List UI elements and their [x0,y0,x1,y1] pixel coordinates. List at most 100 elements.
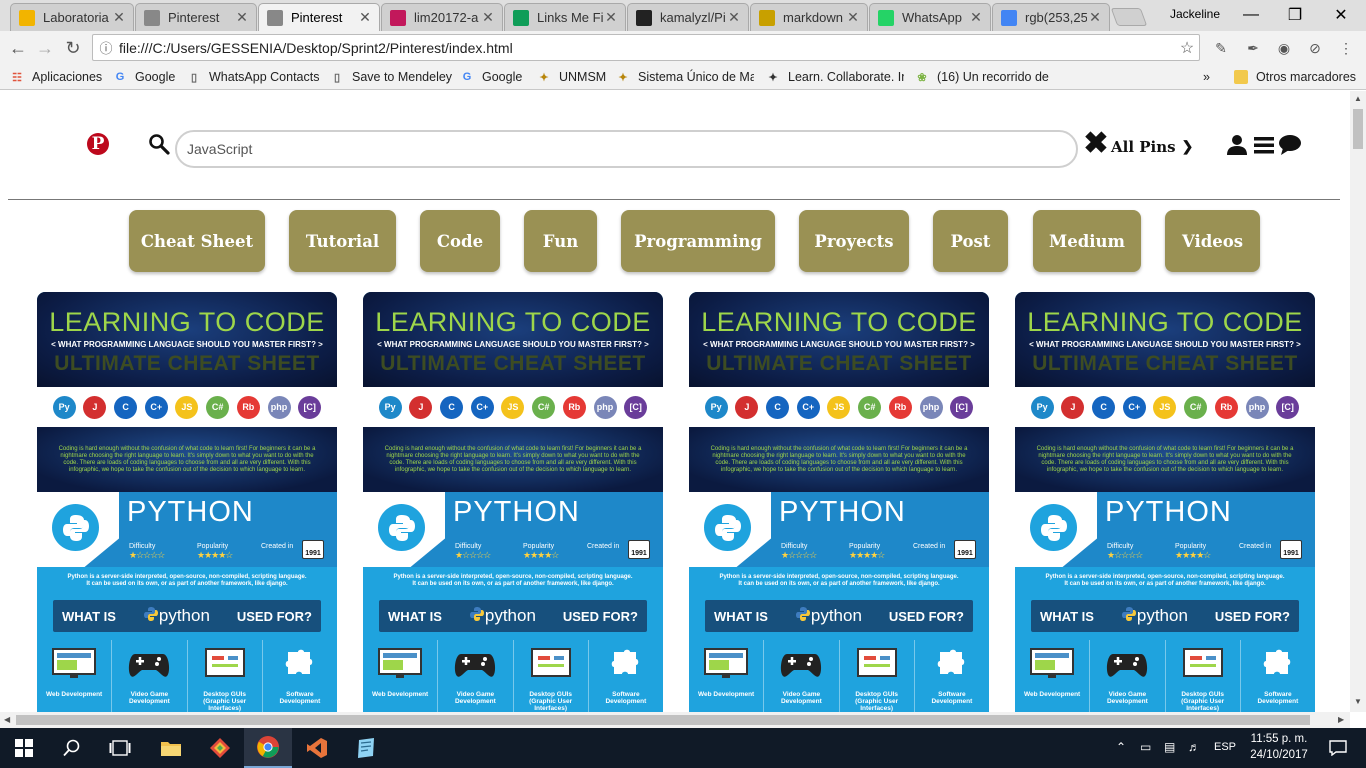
use-item: Web Development [1015,640,1091,712]
url-text[interactable]: file:///C:/Users/GESSENIA/Desktop/Sprint… [119,40,1175,56]
bookmark-item[interactable]: ✦ Learn. Collaborate. In [766,68,904,86]
category-button[interactable]: Proyects [799,210,909,272]
chrome-taskbar-icon[interactable] [244,728,292,768]
tray-chevron-up-icon[interactable]: ⌃ [1116,740,1126,754]
bookmark-item[interactable]: ✦ UNMSM [537,68,609,86]
horizontal-scroll-thumb[interactable] [16,715,1310,725]
browser-tab[interactable]: Laboratoria ✕ [10,3,134,31]
scroll-right-arrow-icon[interactable]: ▶ [1338,715,1344,724]
search-taskbar-icon[interactable] [48,728,96,768]
category-button[interactable]: Tutorial [289,210,396,272]
pinterest-logo-icon[interactable]: P [87,133,109,155]
info-icon[interactable]: ⓘ [93,38,119,57]
bookmark-item[interactable]: ❀ (16) Un recorrido de [915,68,1055,86]
whatsapp-icon [878,9,894,26]
address-bar[interactable]: ⓘ file:///C:/Users/GESSENIA/Desktop/Spri… [92,34,1200,61]
browser-tab[interactable]: Links Me Fi ✕ [504,3,626,31]
notifications-icon[interactable] [1318,728,1358,768]
scroll-up-arrow-icon[interactable]: ▲ [1354,94,1362,103]
menu-dots-icon[interactable]: ⋮ [1336,38,1356,58]
bookmark-item[interactable]: G Google [460,68,530,86]
browser-tab[interactable]: markdown ✕ [750,3,868,31]
language-logos: Py J C C+ JS C# Rb php [C] [363,387,663,427]
notes-app-icon[interactable] [342,728,390,768]
profile-name[interactable]: Jackeline [1170,7,1220,21]
visual-studio-icon[interactable] [293,728,341,768]
category-button[interactable]: Post [933,210,1008,272]
volume-icon[interactable]: ♬ [1188,740,1200,754]
browser-tab[interactable]: WhatsApp ✕ [869,3,991,31]
other-bookmarks[interactable]: Otros marcadores [1234,68,1356,86]
horizontal-scrollbar[interactable]: ◀ ▶ [0,712,1350,728]
tab-close-icon[interactable]: ✕ [603,9,619,26]
pin-card[interactable]: LEARNING TO CODE < WHAT PROGRAMMING LANGU… [363,292,663,712]
tab-close-icon[interactable]: ✕ [111,9,127,26]
store-app-icon[interactable] [196,728,244,768]
language-description: Python is a server-side interpreted, ope… [67,574,307,587]
category-button[interactable]: Programming [621,210,775,272]
reload-button[interactable]: ↻ [61,36,85,60]
pencil-extension-icon[interactable]: ✒ [1243,38,1263,58]
tab-close-icon[interactable]: ✕ [357,9,373,26]
pin-card[interactable]: LEARNING TO CODE < WHAT PROGRAMMING LANGU… [689,292,989,712]
bookmark-item[interactable]: ☷ Aplicaciones [10,68,102,86]
maximize-button[interactable]: ❐ [1272,0,1318,30]
file-explorer-icon[interactable] [147,728,195,768]
bookmark-item[interactable]: ▯ Save to Mendeley [330,68,452,86]
category-button[interactable]: Code [420,210,500,272]
camera-icon[interactable]: ◉ [1274,38,1294,58]
category-button[interactable]: Videos [1165,210,1260,272]
browser-tab[interactable]: rgb(253,25 ✕ [992,3,1110,31]
browser-tab[interactable]: kamalyzl/Pi ✕ [627,3,749,31]
search-input[interactable] [175,130,1078,168]
scroll-left-arrow-icon[interactable]: ◀ [4,715,10,724]
clock[interactable]: 11:55 p. m. 24/10/2017 [1246,731,1312,763]
back-button[interactable]: ← [6,36,30,60]
all-pins-dropdown[interactable]: All Pins ❯ [1111,138,1193,156]
chat-bubble-icon[interactable] [1278,133,1302,157]
windows-start-icon[interactable] [0,728,48,768]
category-button[interactable]: Fun [524,210,597,272]
browser-tab[interactable]: lim20172-a ✕ [381,3,503,31]
battery-icon[interactable]: ▭ [1140,740,1151,754]
gamepad-icon [127,648,171,680]
tab-close-icon[interactable]: ✕ [968,9,984,26]
vertical-scrollbar[interactable]: ▲ ▼ [1350,91,1366,712]
tab-close-icon[interactable]: ✕ [480,9,496,26]
menu-icon[interactable] [1252,133,1276,157]
pin-card[interactable]: LEARNING TO CODE < WHAT PROGRAMMING LANGU… [1015,292,1315,712]
category-button[interactable]: Medium [1033,210,1141,272]
star-icon[interactable]: ☆ [1175,38,1199,58]
clear-search-icon[interactable]: ✖ [1083,129,1109,159]
java-logo-icon: J [1061,395,1085,419]
tab-close-icon[interactable]: ✕ [1087,9,1103,26]
cpp-logo-icon: C+ [144,395,168,419]
user-icon[interactable] [1225,133,1249,157]
forward-button[interactable]: → [33,36,57,60]
python-logo-icon: Py [1030,395,1054,419]
browser-tab[interactable]: Pinterest ✕ [258,3,380,31]
eyedropper-icon[interactable]: ✎ [1211,38,1231,58]
bookmark-item[interactable]: ▯ WhatsApp Contacts [187,68,322,86]
language-indicator[interactable]: ESP [1214,741,1236,753]
blocked-extension-icon[interactable]: ⊘ [1305,38,1325,58]
task-view-icon[interactable] [96,728,144,768]
vertical-scroll-thumb[interactable] [1353,109,1363,149]
bookmarks-more-button[interactable]: » [1203,68,1210,86]
network-icon[interactable]: ▤ [1164,740,1175,754]
browser-tab[interactable]: Pinterest ✕ [135,3,257,31]
minimize-button[interactable]: — [1228,0,1274,30]
pin-card[interactable]: LEARNING TO CODE < WHAT PROGRAMMING LANGU… [37,292,337,712]
category-button[interactable]: Cheat Sheet [129,210,265,272]
header-divider [8,199,1340,200]
search-icon[interactable] [148,133,170,155]
new-tab-button[interactable] [1110,8,1148,26]
bookmark-item[interactable]: ✦ Sistema Único de Ma [616,68,754,86]
tab-close-icon[interactable]: ✕ [726,9,742,26]
tab-close-icon[interactable]: ✕ [845,9,861,26]
bookmark-item[interactable]: G Google [113,68,181,86]
infographic-intro: Coding is hard enough without the confus… [37,427,337,492]
close-window-button[interactable]: ✕ [1318,0,1364,30]
tab-close-icon[interactable]: ✕ [234,9,250,26]
scroll-down-arrow-icon[interactable]: ▼ [1354,697,1362,706]
